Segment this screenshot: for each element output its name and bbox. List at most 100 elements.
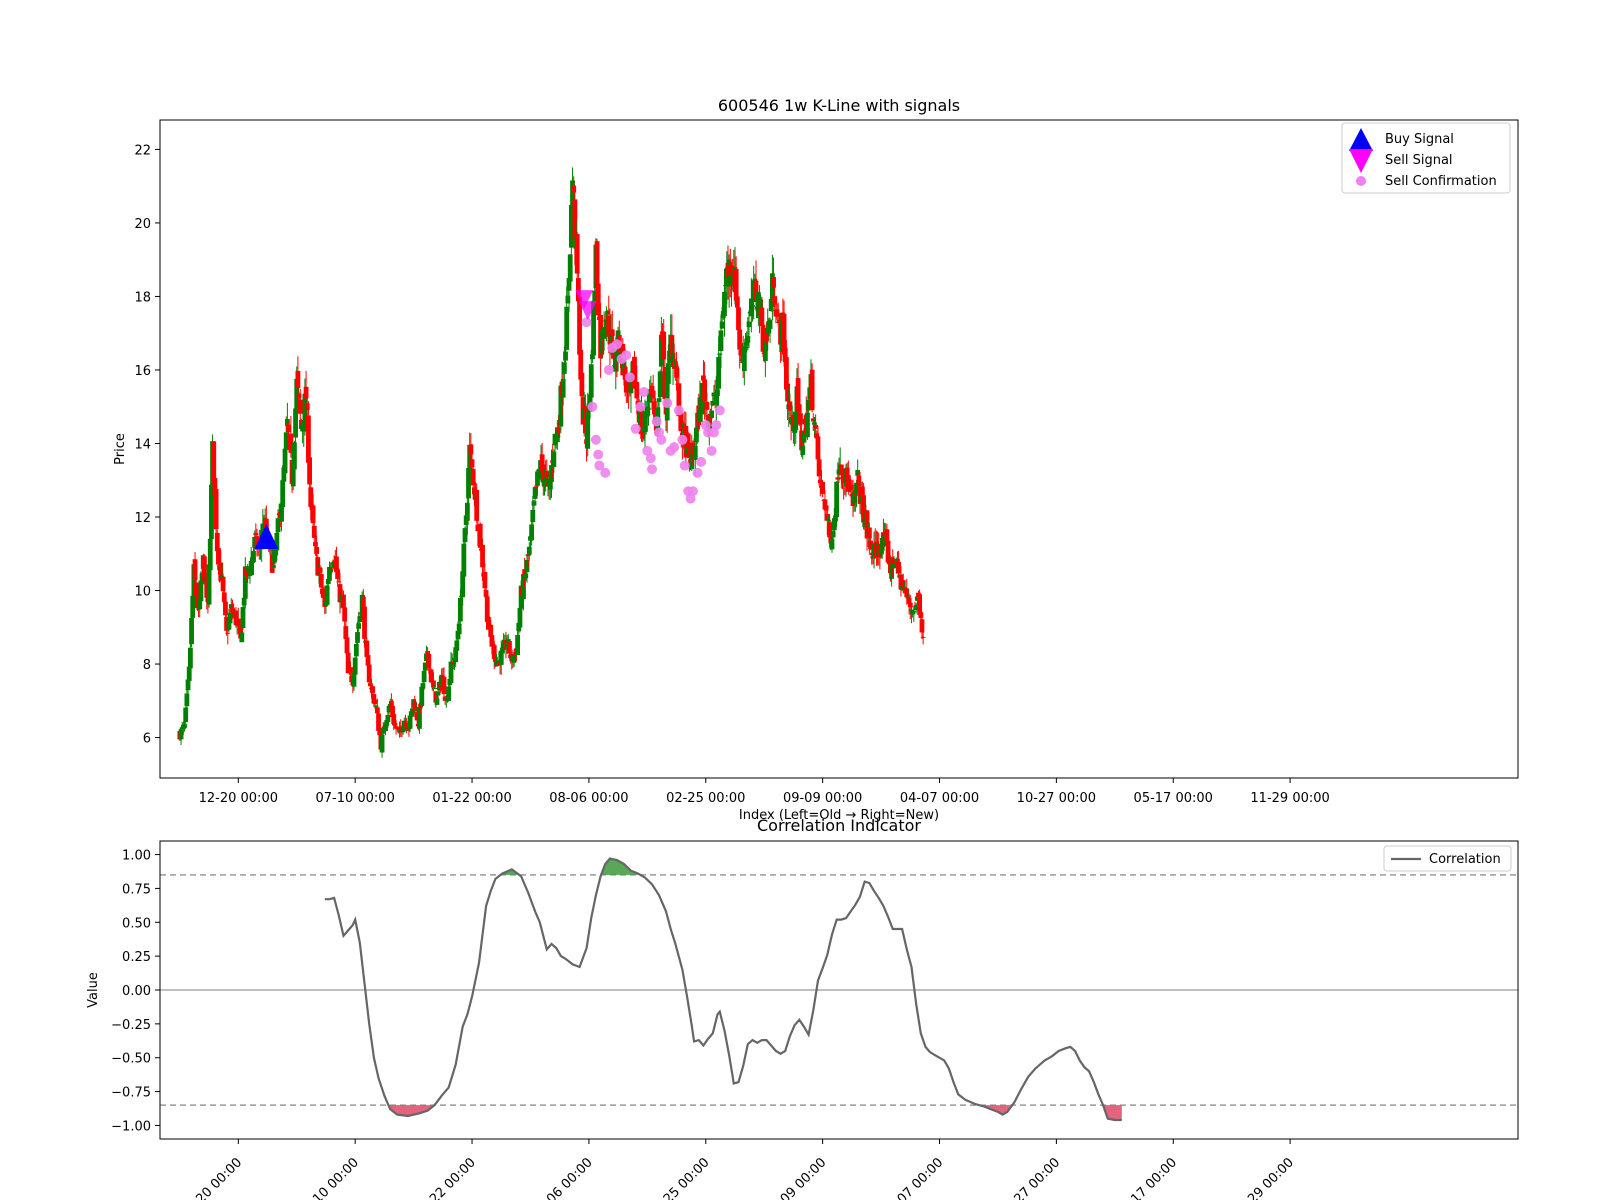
candle-body bbox=[810, 418, 816, 422]
candle-body bbox=[549, 465, 554, 482]
sell-confirmation-dot bbox=[662, 398, 673, 409]
candle-body bbox=[342, 607, 348, 622]
kline-xtick-label: 02-25 00:00 bbox=[666, 791, 745, 806]
sell-confirmation-dot bbox=[587, 401, 598, 412]
candle-body bbox=[283, 432, 289, 450]
candle-body bbox=[362, 606, 367, 639]
candle-body bbox=[774, 309, 780, 317]
candle-body bbox=[657, 371, 663, 398]
candle-body bbox=[704, 401, 710, 410]
candle-body bbox=[189, 617, 194, 645]
candle-body bbox=[364, 640, 370, 657]
candle-body bbox=[317, 567, 323, 573]
kline-ytick-label: 16 bbox=[134, 364, 151, 379]
candle-body bbox=[308, 487, 314, 507]
kline-xtick-label: 05-17 00:00 bbox=[1134, 791, 1213, 806]
candle-body bbox=[772, 296, 778, 305]
candle-body bbox=[314, 546, 320, 554]
candle-body bbox=[564, 306, 570, 350]
candle-body bbox=[771, 276, 776, 288]
kline-xtick-label: 09-09 00:00 bbox=[783, 791, 862, 806]
sell-confirmation-dot bbox=[600, 467, 611, 478]
candle-body bbox=[477, 523, 483, 548]
candle-body bbox=[454, 640, 460, 651]
kline-ytick-label: 20 bbox=[134, 217, 151, 232]
candle-body bbox=[435, 691, 441, 695]
candle-body bbox=[239, 632, 245, 643]
candle-body bbox=[793, 411, 799, 431]
correlation-xtick-label: 07-10 00:00 bbox=[295, 1155, 362, 1200]
candle-body bbox=[809, 369, 815, 411]
candle-body bbox=[428, 669, 434, 683]
candle-body bbox=[835, 477, 841, 480]
candle-body bbox=[733, 268, 739, 301]
candle-body bbox=[235, 618, 241, 626]
kline-ytick-label: 22 bbox=[134, 143, 151, 158]
candle-body bbox=[426, 653, 432, 669]
candle-body bbox=[746, 321, 752, 328]
candle-body bbox=[855, 470, 861, 476]
candle-body bbox=[355, 632, 360, 643]
candle-body bbox=[457, 597, 463, 622]
candle-body bbox=[826, 519, 831, 521]
candle-body bbox=[462, 528, 468, 543]
candle-body bbox=[715, 389, 720, 397]
kline-ytick-label: 8 bbox=[143, 658, 151, 673]
kline-panel: 600546 1w K-Line with signals 6 8 10 12 14 16… bbox=[113, 96, 1519, 823]
candle-body bbox=[856, 475, 862, 487]
candle-body bbox=[311, 525, 317, 538]
correlation-ytick-label: 1.00 bbox=[122, 849, 151, 864]
candle-body bbox=[178, 729, 184, 740]
candle-body bbox=[585, 411, 591, 449]
candle-body bbox=[468, 444, 474, 455]
candle-body bbox=[594, 241, 600, 285]
candle-body bbox=[816, 459, 822, 477]
candle-body bbox=[385, 714, 391, 722]
candle-body bbox=[221, 592, 227, 603]
candle-body bbox=[838, 464, 844, 476]
candle-body bbox=[192, 559, 198, 581]
sell-confirmation-dot bbox=[638, 387, 649, 398]
correlation-xtick-label: 04-07 00:00 bbox=[880, 1155, 947, 1200]
candle-body bbox=[741, 346, 747, 372]
candle-body bbox=[461, 543, 467, 577]
kline-xtick-label: 11-29 00:00 bbox=[1250, 791, 1329, 806]
candle-body bbox=[798, 413, 803, 425]
candle-body bbox=[601, 326, 607, 339]
candle-body bbox=[253, 533, 259, 536]
candle-body bbox=[523, 573, 529, 579]
candle-body bbox=[561, 362, 567, 374]
sell-confirmation-dot bbox=[593, 449, 604, 460]
candle-body bbox=[866, 527, 872, 539]
candle-body bbox=[343, 626, 349, 640]
candle-body bbox=[820, 481, 826, 494]
candle-body bbox=[344, 637, 350, 654]
candle-body bbox=[565, 295, 571, 304]
correlation-ytick-label: −0.25 bbox=[111, 1018, 151, 1033]
candle-body bbox=[544, 471, 550, 477]
kline-xtick-label: 04-07 00:00 bbox=[900, 791, 979, 806]
candle-body bbox=[709, 410, 715, 418]
candle-body bbox=[531, 501, 537, 506]
candle-body bbox=[909, 609, 914, 612]
correlation-ytick-label: 0.00 bbox=[122, 984, 151, 999]
correlation-xtick-label: 02-25 00:00 bbox=[646, 1155, 713, 1200]
candle-body bbox=[716, 356, 722, 389]
correlation-ytick-label: 0.50 bbox=[122, 916, 151, 931]
candle-body bbox=[193, 582, 199, 596]
kline-xtick-label: 01-22 00:00 bbox=[432, 791, 511, 806]
candle-body bbox=[185, 679, 191, 691]
candle-body bbox=[734, 296, 740, 308]
kline-tick-layer: 6 8 10 12 14 16 18 20 22 12-20 00:00 07-10 00:00 01… bbox=[134, 143, 1329, 806]
candle-body bbox=[376, 713, 381, 731]
candle-body bbox=[405, 728, 411, 731]
candle-body bbox=[315, 557, 321, 576]
candle-body bbox=[297, 399, 303, 414]
correlation-xtick-label: 10-27 00:00 bbox=[996, 1155, 1063, 1200]
candle-body bbox=[482, 571, 488, 589]
candle-body bbox=[303, 386, 309, 399]
candle-body bbox=[787, 401, 793, 411]
candle-body bbox=[282, 448, 288, 474]
candle-body bbox=[736, 307, 741, 331]
kline-ytick-label: 10 bbox=[134, 585, 151, 600]
